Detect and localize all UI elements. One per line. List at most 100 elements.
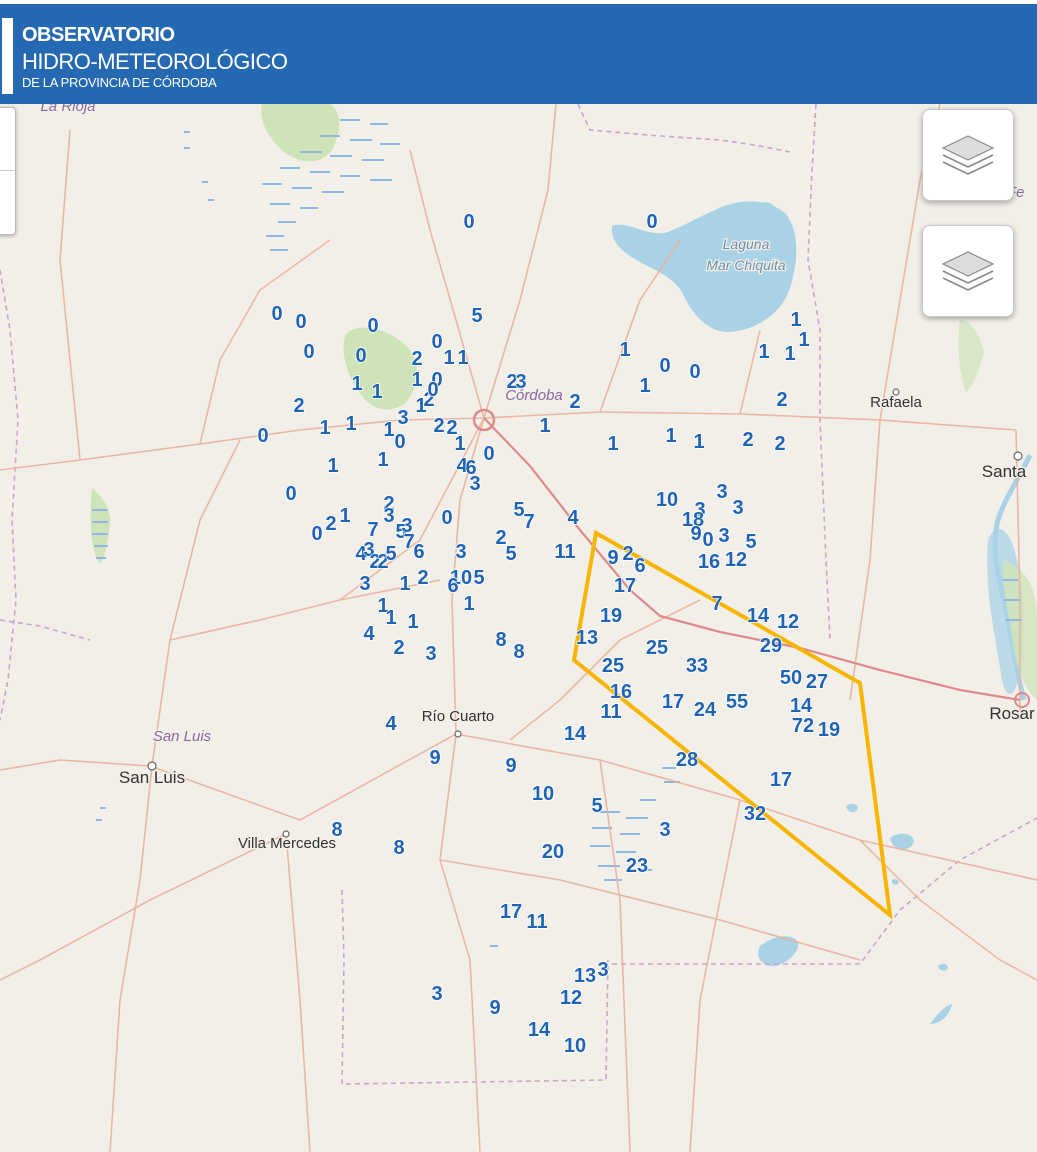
station-value[interactable]: 23 [625,854,649,878]
station-value[interactable]: 72 [791,714,815,738]
station-value[interactable]: 3 [732,496,745,520]
station-value[interactable]: 3 [425,642,438,666]
station-value[interactable]: 3 [359,572,372,596]
station-value[interactable]: 17 [613,574,637,598]
station-value[interactable]: 3 [397,406,410,430]
station-value[interactable]: 1 [798,328,811,352]
station-value[interactable]: 7 [523,510,536,534]
station-value[interactable]: 1 [399,572,412,596]
station-value[interactable]: 5 [385,542,398,566]
station-value[interactable]: 1 [607,432,620,456]
station-value[interactable]: 4 [363,622,377,646]
station-value[interactable]: 5 [471,304,484,328]
station-value[interactable]: 25 [645,636,669,660]
station-value[interactable]: 1 [693,430,706,454]
station-value[interactable]: 32 [743,802,767,826]
station-value[interactable]: 9 [690,522,703,546]
station-value[interactable]: 3 [718,524,731,548]
station-value[interactable]: 0 [271,302,284,326]
station-value[interactable]: 1 [790,308,803,332]
station-value[interactable]: 8 [393,836,406,860]
station-value[interactable]: 0 [463,210,476,234]
station-value[interactable]: 1 [758,340,771,364]
station-value[interactable]: 2 [325,512,338,536]
station-value[interactable]: 0 [702,528,715,552]
station-value[interactable]: 3 [597,958,610,982]
station-value[interactable]: 1 [371,380,384,404]
station-value[interactable]: 9 [607,546,620,570]
station-value[interactable]: 3 [469,472,482,496]
station-value[interactable]: 55 [725,690,749,714]
station-value[interactable]: 11 [554,540,577,564]
station-value[interactable]: 10 [655,488,679,512]
station-value[interactable]: 3 [455,540,468,564]
station-value[interactable]: 0 [257,424,270,448]
station-value[interactable]: 24 [693,698,718,722]
station-value[interactable]: 2 [293,394,306,418]
layers-button-2[interactable] [922,225,1014,317]
station-value[interactable]: 19 [599,604,623,628]
station-value[interactable]: 11 [600,700,623,724]
station-value[interactable]: 0 [689,360,702,384]
station-value[interactable]: 6 [634,554,647,578]
zoom-control[interactable] [0,107,16,235]
station-value[interactable]: 12 [559,986,583,1010]
station-value[interactable]: 25 [601,654,625,678]
station-value[interactable]: 1 [639,374,652,398]
station-value[interactable]: 0 [394,430,407,454]
station-value[interactable]: 6 [447,574,460,598]
station-value[interactable]: 3 [383,504,396,528]
station-value[interactable]: 0 [311,522,324,546]
station-value[interactable]: 8 [495,628,508,652]
station-value[interactable]: 9 [429,746,442,770]
station-value[interactable]: 16 [697,550,721,574]
station-value[interactable]: 1 [377,448,390,472]
station-value[interactable]: 7 [711,592,724,616]
station-value[interactable]: 3 [431,982,444,1006]
station-value[interactable]: 8 [331,818,344,842]
station-value[interactable]: 1 [407,610,420,634]
station-value[interactable]: 0 [295,310,308,334]
station-value[interactable]: 1 [463,592,476,616]
station-value[interactable]: 1 [443,346,456,370]
station-value[interactable]: 13 [575,626,599,650]
station-value[interactable]: 2 [433,414,446,438]
station-value[interactable]: 1 [457,346,470,370]
station-value[interactable]: 1 [345,412,358,436]
station-value[interactable]: 1 [784,342,797,366]
map-canvas[interactable]: La RiojaCórdobaLagunaMar ChiquitaRafaela… [0,104,1037,1152]
station-value[interactable]: 6 [413,540,426,564]
station-value[interactable]: 0 [483,442,496,466]
station-value[interactable]: 29 [759,634,783,658]
station-value[interactable]: 17 [661,690,685,714]
station-value[interactable]: 0 [441,506,454,530]
station-value[interactable]: 2 [411,347,424,371]
station-value[interactable]: 3 [716,480,729,504]
station-value[interactable]: 17 [499,900,523,924]
station-value[interactable]: 27 [805,670,829,694]
station-value[interactable]: 1 [385,606,398,630]
station-value[interactable]: 4 [567,506,581,530]
station-value[interactable]: 0 [427,378,440,402]
station-value[interactable]: 4 [385,712,399,736]
station-value[interactable]: 5 [505,542,518,566]
station-value[interactable]: 0 [646,210,659,234]
station-value[interactable]: 20 [541,840,565,864]
station-value[interactable]: 8 [513,640,526,664]
station-value[interactable]: 17 [769,768,793,792]
station-value[interactable]: 28 [675,748,699,772]
station-value[interactable]: 5 [473,566,486,590]
station-value[interactable]: 2 [742,428,755,452]
station-value[interactable]: 10 [531,782,555,806]
station-value[interactable]: 14 [746,604,771,628]
station-value[interactable]: 10 [563,1034,587,1058]
station-value[interactable]: 11 [526,910,549,934]
station-value[interactable]: 1 [539,414,552,438]
station-value[interactable]: 33 [685,654,709,678]
station-value[interactable]: 2 [774,432,787,456]
station-value[interactable]: 1 [319,416,332,440]
station-value[interactable]: 19 [817,718,841,742]
station-value[interactable]: 2 [622,542,635,566]
station-value[interactable]: 14 [789,694,814,718]
station-value[interactable]: 9 [489,996,502,1020]
